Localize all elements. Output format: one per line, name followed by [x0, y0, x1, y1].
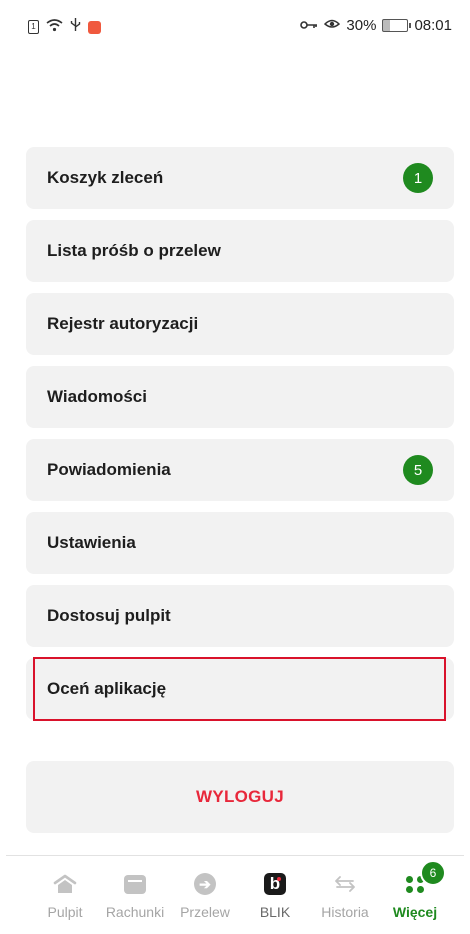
- menu-item-orders-basket[interactable]: Koszyk zleceń 1: [26, 147, 454, 209]
- menu-item-label: Oceń aplikację: [47, 679, 167, 698]
- menu-item-transfer-requests[interactable]: Lista próśb o przelew: [26, 220, 454, 282]
- tab-label: Przelew: [180, 904, 230, 920]
- tab-historia[interactable]: Historia: [310, 860, 380, 930]
- menu-item-label: Lista próśb o przelew: [47, 241, 221, 260]
- menu-item-messages[interactable]: Wiadomości: [26, 366, 454, 428]
- menu-item-label: Koszyk zleceń: [47, 168, 164, 187]
- status-bar: 1 30% 08:01: [0, 0, 470, 50]
- menu-item-settings[interactable]: Ustawienia: [26, 512, 454, 574]
- battery-icon: [382, 18, 412, 32]
- status-right-icons: 30% 08:01: [300, 16, 452, 34]
- logout-button[interactable]: WYLOGUJ: [26, 761, 454, 833]
- tab-label: Historia: [321, 904, 369, 920]
- tab-label: Pulpit: [47, 904, 83, 920]
- more-menu-list: Koszyk zleceń 1 Lista próśb o przelew Re…: [26, 147, 454, 731]
- count-badge: 5: [403, 455, 433, 485]
- menu-item-label: Powiadomienia: [47, 460, 171, 479]
- menu-item-label: Ustawienia: [47, 533, 136, 552]
- wallet-icon: [124, 874, 146, 894]
- app-notification-icon: [88, 20, 101, 34]
- tab-wiecej[interactable]: 6 Więcej: [380, 860, 450, 930]
- tab-label: Rachunki: [105, 904, 165, 920]
- menu-item-label: Dostosuj pulpit: [47, 606, 171, 625]
- menu-item-notifications[interactable]: Powiadomienia 5: [26, 439, 454, 501]
- count-badge: 1: [403, 163, 433, 193]
- tab-blik[interactable]: b BLIK: [240, 860, 310, 930]
- menu-item-label: Wiadomości: [47, 387, 147, 406]
- tab-przelew[interactable]: ➔ Przelew: [170, 860, 240, 930]
- battery-percent: 30%: [346, 16, 377, 34]
- sim-card-icon: 1: [28, 20, 39, 34]
- arrow-right-circle-icon: ➔: [194, 873, 216, 895]
- usb-icon: [70, 17, 81, 37]
- menu-item-authorization-register[interactable]: Rejestr autoryzacji: [26, 293, 454, 355]
- menu-item-rate-app[interactable]: Oceń aplikację: [26, 658, 454, 720]
- menu-item-label: Rejestr autoryzacji: [47, 314, 199, 333]
- menu-item-customize-dashboard[interactable]: Dostosuj pulpit: [26, 585, 454, 647]
- swap-arrows-icon: [333, 866, 357, 902]
- vpn-key-icon: [300, 17, 318, 34]
- tab-label: Więcej: [392, 904, 438, 920]
- home-icon: [53, 866, 77, 902]
- clock: 08:01: [414, 16, 452, 34]
- tab-label: BLIK: [259, 904, 291, 920]
- tab-pulpit[interactable]: Pulpit: [30, 860, 100, 930]
- status-left-icons: 1: [28, 17, 101, 37]
- nav-divider: [6, 855, 464, 856]
- wifi-icon: [46, 18, 63, 37]
- bottom-nav: Pulpit Rachunki ➔ Przelew b BLIK Histori…: [30, 860, 450, 930]
- tab-rachunki[interactable]: Rachunki: [100, 860, 170, 930]
- eye-comfort-icon: [324, 16, 341, 34]
- logout-label: WYLOGUJ: [195, 787, 285, 806]
- nav-count-badge: 6: [420, 860, 446, 886]
- blik-icon: b: [264, 873, 286, 895]
